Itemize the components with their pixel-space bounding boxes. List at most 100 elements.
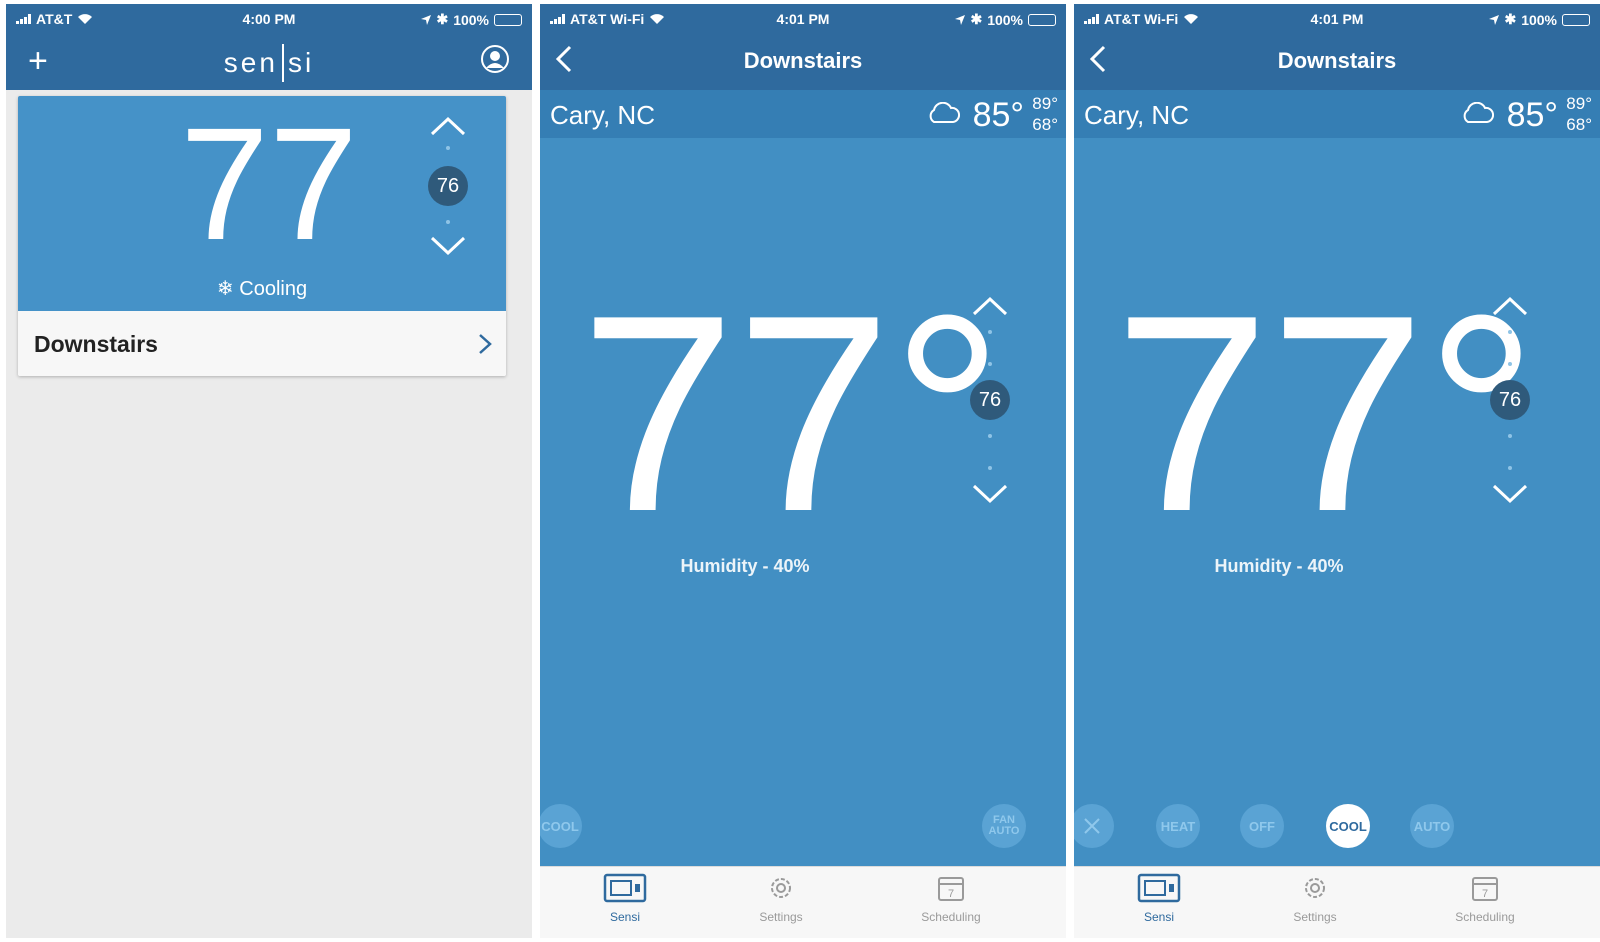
close-icon [1084,818,1100,834]
tab-settings-label: Settings [1293,910,1337,924]
calendar-day-number: 7 [1482,888,1488,900]
gear-icon [771,878,791,898]
stepper-dot [1508,466,1512,470]
tab-sensi-label: Sensi [609,910,641,924]
weather-low: 68° [1032,115,1058,134]
calendar-icon: 7 [1472,877,1498,901]
fan-mode-label: AUTO [988,825,1020,837]
card-name-row[interactable]: Downstairs [18,311,506,376]
chevron-right-icon [479,334,492,354]
humidity-readout: Humidity - 40% [680,556,810,576]
decrease-temp-button[interactable] [972,484,1008,504]
thermostat-detail-screen: AT&T Wi-Fi 4:01 PM ✱ 100% Downstairs Car… [540,4,1066,938]
battery-label: 100% [453,11,489,28]
home-header: AT&T 4:00 PM ✱ 100% + sen si [6,4,532,90]
gear-icon [1305,878,1325,898]
logo-text-left: sen [223,47,278,78]
cooling-status-label: Cooling [239,278,308,300]
bluetooth-icon: ✱ [1504,11,1517,27]
location-icon [955,14,966,25]
mode-cool-button[interactable]: COOL [540,804,582,848]
stepper-dot [988,466,992,470]
snowflake-icon: ❄ [216,278,234,300]
thermostat-icon [603,873,647,903]
tab-settings[interactable]: Settings [726,873,836,924]
weather-city: Cary, NC [550,100,655,130]
mode-auto-button[interactable]: AUTO [1410,804,1454,848]
tab-sensi[interactable]: Sensi [570,873,680,924]
weather-city: Cary, NC [1084,100,1189,130]
weather-low: 68° [1566,115,1592,134]
battery-icon [494,13,522,26]
status-right: ✱ 100% [955,11,1056,28]
status-right: ✱ 100% [421,11,522,28]
status-bar: AT&T Wi-Fi 4:01 PM ✱ 100% [540,4,1066,30]
status-bar: AT&T 4:00 PM ✱ 100% [6,4,532,30]
stepper-dot [1508,330,1512,334]
stepper-dot [446,220,450,224]
tab-scheduling[interactable]: 7 Scheduling [1430,873,1540,924]
tab-scheduling-label: Scheduling [1455,910,1515,924]
weather-bar: Cary, NC 85° 89° 68° [1074,90,1600,138]
card-setpoint-stepper: 76 [428,116,468,256]
tab-sensi-label: Sensi [1143,910,1175,924]
stepper-dot [1508,362,1512,366]
home-screen: AT&T 4:00 PM ✱ 100% + sen si 77 ❄ Cooling [6,4,532,938]
thermostat-mode-screen: AT&T Wi-Fi 4:01 PM ✱ 100% Downstairs Car… [1074,4,1600,938]
calendar-day-number: 7 [948,888,954,900]
detail-header: AT&T Wi-Fi 4:01 PM ✱ 100% Downstairs [540,4,1066,90]
mode-off-button[interactable]: OFF [1240,804,1284,848]
current-temperature: 77° [1114,258,1538,570]
account-icon[interactable] [480,44,510,74]
battery-label: 100% [987,11,1023,28]
page-title: Downstairs [1277,48,1397,73]
stepper-dot [446,146,450,150]
stepper-dot [988,434,992,438]
cloud-icon [1463,102,1494,123]
card-temperature-area: 77 ❄ Cooling 76 [18,96,506,311]
calendar-icon: 7 [938,877,964,901]
weather-temp: 85° [972,96,1024,134]
status-right: ✱ 100% [1489,11,1590,28]
battery-label: 100% [1521,11,1557,28]
weather-temp: 85° [1506,96,1558,134]
thermostat-card[interactable]: 77 ❄ Cooling 76 Downstairs [18,96,506,376]
page-title: Downstairs [743,48,863,73]
mode-cool-button[interactable]: COOL [1326,804,1370,848]
tab-sensi[interactable]: Sensi [1104,873,1214,924]
stepper-dot [1508,434,1512,438]
weather-high: 89° [1032,94,1058,113]
thermostat-icon [1137,873,1181,903]
tab-scheduling[interactable]: 7 Scheduling [896,873,1006,924]
bluetooth-icon: ✱ [970,11,983,27]
bluetooth-icon: ✱ [436,11,449,27]
status-bar: AT&T Wi-Fi 4:01 PM ✱ 100% [1074,4,1600,30]
increase-temp-button[interactable] [430,116,466,136]
increase-temp-button[interactable] [972,296,1008,316]
stepper-dot [988,362,992,366]
setpoint-badge: 76 [970,380,1010,420]
current-temperature: 77° [580,258,1004,570]
weather-high: 89° [1566,94,1592,113]
logo-text-right: si [287,47,315,78]
close-mode-menu-button[interactable] [1074,804,1114,848]
mode-heat-button[interactable]: HEAT [1156,804,1200,848]
battery-icon [1562,13,1590,26]
cooling-status: ❄ Cooling [18,276,506,301]
tab-bar: Sensi Settings 7 Scheduling [1074,866,1600,938]
cloud-icon [929,102,960,123]
thermostat-name: Downstairs [34,331,158,357]
fan-auto-button[interactable]: FAN AUTO [982,804,1026,848]
location-icon [1489,14,1500,25]
sensi-logo: sen si [6,44,532,82]
setpoint-stepper: 76 [1490,296,1530,504]
decrease-temp-button[interactable] [430,236,466,256]
tab-settings[interactable]: Settings [1260,873,1370,924]
tab-scheduling-label: Scheduling [921,910,981,924]
increase-temp-button[interactable] [1492,296,1528,316]
setpoint-badge: 76 [1490,380,1530,420]
tab-settings-label: Settings [759,910,803,924]
decrease-temp-button[interactable] [1492,484,1528,504]
humidity-readout: Humidity - 40% [1214,556,1344,576]
location-icon [421,14,432,25]
